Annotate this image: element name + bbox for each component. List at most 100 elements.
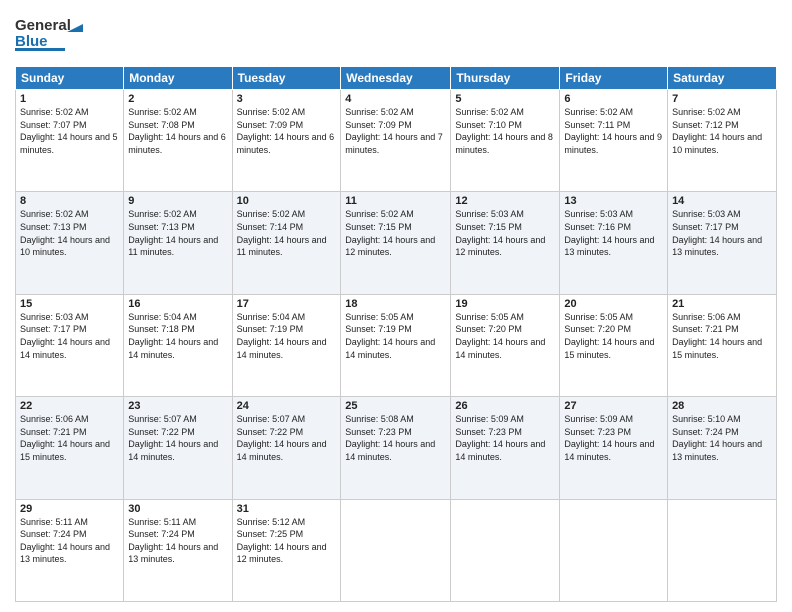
calendar-week-row: 8 Sunrise: 5:02 AMSunset: 7:13 PMDaylight… bbox=[16, 192, 777, 294]
calendar-day-cell: 31Sunrise: 5:12 AMSunset: 7:25 PMDayligh… bbox=[232, 499, 341, 601]
day-info: Sunrise: 5:08 AMSunset: 7:23 PMDaylight:… bbox=[345, 413, 446, 463]
day-number: 5 bbox=[455, 93, 555, 105]
day-number: 15 bbox=[20, 298, 119, 310]
calendar-day-cell: 19Sunrise: 5:05 AMSunset: 7:20 PMDayligh… bbox=[451, 294, 560, 396]
calendar-day-cell: 6Sunrise: 5:02 AMSunset: 7:11 PMDaylight… bbox=[560, 90, 668, 192]
calendar-day-cell: 8Sunrise: 5:02 AMSunset: 7:13 PMDaylight… bbox=[16, 192, 124, 294]
logo-area: General Blue bbox=[15, 10, 87, 58]
day-info: Sunrise: 5:02 AMSunset: 7:10 PMDaylight:… bbox=[455, 106, 555, 156]
day-number: 29 bbox=[20, 503, 119, 515]
day-info: Sunrise: 5:02 AMSunset: 7:14 PMDaylight:… bbox=[237, 208, 337, 258]
calendar-day-cell: 30Sunrise: 5:11 AMSunset: 7:24 PMDayligh… bbox=[124, 499, 232, 601]
day-number: 11 bbox=[345, 195, 446, 207]
calendar-day-cell: 21Sunrise: 5:06 AMSunset: 7:21 PMDayligh… bbox=[668, 294, 777, 396]
day-info: Sunrise: 5:02 AMSunset: 7:15 PMDaylight:… bbox=[345, 208, 446, 258]
calendar-day-cell: 1Sunrise: 5:02 AMSunset: 7:07 PMDaylight… bbox=[16, 90, 124, 192]
calendar-day-cell: 22Sunrise: 5:06 AMSunset: 7:21 PMDayligh… bbox=[16, 397, 124, 499]
calendar-day-cell: 14Sunrise: 5:03 AMSunset: 7:17 PMDayligh… bbox=[668, 192, 777, 294]
calendar-day-cell: 9Sunrise: 5:02 AMSunset: 7:13 PMDaylight… bbox=[124, 192, 232, 294]
calendar-day-cell: 28Sunrise: 5:10 AMSunset: 7:24 PMDayligh… bbox=[668, 397, 777, 499]
calendar-day-cell: 12Sunrise: 5:03 AMSunset: 7:15 PMDayligh… bbox=[451, 192, 560, 294]
day-number: 9 bbox=[128, 195, 227, 207]
day-number: 22 bbox=[20, 400, 119, 412]
day-info: Sunrise: 5:09 AMSunset: 7:23 PMDaylight:… bbox=[564, 413, 663, 463]
day-info: Sunrise: 5:11 AMSunset: 7:24 PMDaylight:… bbox=[128, 516, 227, 566]
day-info: Sunrise: 5:04 AMSunset: 7:18 PMDaylight:… bbox=[128, 311, 227, 361]
calendar-day-cell: 10Sunrise: 5:02 AMSunset: 7:14 PMDayligh… bbox=[232, 192, 341, 294]
day-number: 28 bbox=[672, 400, 772, 412]
calendar-day-cell: 29Sunrise: 5:11 AMSunset: 7:24 PMDayligh… bbox=[16, 499, 124, 601]
day-number: 21 bbox=[672, 298, 772, 310]
calendar-day-cell: 15Sunrise: 5:03 AMSunset: 7:17 PMDayligh… bbox=[16, 294, 124, 396]
day-number: 18 bbox=[345, 298, 446, 310]
day-number: 26 bbox=[455, 400, 555, 412]
day-number: 8 bbox=[20, 195, 119, 207]
day-number: 16 bbox=[128, 298, 227, 310]
calendar-day-cell: 27Sunrise: 5:09 AMSunset: 7:23 PMDayligh… bbox=[560, 397, 668, 499]
calendar-day-cell: 7Sunrise: 5:02 AMSunset: 7:12 PMDaylight… bbox=[668, 90, 777, 192]
day-info: Sunrise: 5:03 AMSunset: 7:17 PMDaylight:… bbox=[672, 208, 772, 258]
day-info: Sunrise: 5:12 AMSunset: 7:25 PMDaylight:… bbox=[237, 516, 337, 566]
calendar-day-cell: 13Sunrise: 5:03 AMSunset: 7:16 PMDayligh… bbox=[560, 192, 668, 294]
calendar-day-cell: 25Sunrise: 5:08 AMSunset: 7:23 PMDayligh… bbox=[341, 397, 451, 499]
day-info: Sunrise: 5:03 AMSunset: 7:17 PMDaylight:… bbox=[20, 311, 119, 361]
day-number: 20 bbox=[564, 298, 663, 310]
day-info: Sunrise: 5:04 AMSunset: 7:19 PMDaylight:… bbox=[237, 311, 337, 361]
calendar-week-row: 15Sunrise: 5:03 AMSunset: 7:17 PMDayligh… bbox=[16, 294, 777, 396]
calendar-day-header: Wednesday bbox=[341, 67, 451, 90]
calendar-day-header: Monday bbox=[124, 67, 232, 90]
calendar-day-cell: 20Sunrise: 5:05 AMSunset: 7:20 PMDayligh… bbox=[560, 294, 668, 396]
day-number: 23 bbox=[128, 400, 227, 412]
page: General Blue SundayMondayTuesdayWednesda… bbox=[0, 0, 792, 612]
calendar-day-cell: 23Sunrise: 5:07 AMSunset: 7:22 PMDayligh… bbox=[124, 397, 232, 499]
day-number: 7 bbox=[672, 93, 772, 105]
day-number: 12 bbox=[455, 195, 555, 207]
day-number: 24 bbox=[237, 400, 337, 412]
day-info: Sunrise: 5:10 AMSunset: 7:24 PMDaylight:… bbox=[672, 413, 772, 463]
calendar-day-cell: 2Sunrise: 5:02 AMSunset: 7:08 PMDaylight… bbox=[124, 90, 232, 192]
calendar-week-row: 1Sunrise: 5:02 AMSunset: 7:07 PMDaylight… bbox=[16, 90, 777, 192]
calendar-day-cell: 24Sunrise: 5:07 AMSunset: 7:22 PMDayligh… bbox=[232, 397, 341, 499]
day-info: Sunrise: 5:06 AMSunset: 7:21 PMDaylight:… bbox=[20, 413, 119, 463]
day-number: 27 bbox=[564, 400, 663, 412]
header: General Blue bbox=[15, 10, 777, 58]
day-number: 30 bbox=[128, 503, 227, 515]
day-info: Sunrise: 5:05 AMSunset: 7:20 PMDaylight:… bbox=[455, 311, 555, 361]
day-number: 17 bbox=[237, 298, 337, 310]
calendar-day-header: Friday bbox=[560, 67, 668, 90]
day-info: Sunrise: 5:07 AMSunset: 7:22 PMDaylight:… bbox=[128, 413, 227, 463]
day-number: 1 bbox=[20, 93, 119, 105]
calendar-day-cell: 11Sunrise: 5:02 AMSunset: 7:15 PMDayligh… bbox=[341, 192, 451, 294]
day-info: Sunrise: 5:03 AMSunset: 7:16 PMDaylight:… bbox=[564, 208, 663, 258]
calendar-day-cell: 5Sunrise: 5:02 AMSunset: 7:10 PMDaylight… bbox=[451, 90, 560, 192]
day-info: Sunrise: 5:02 AMSunset: 7:09 PMDaylight:… bbox=[345, 106, 446, 156]
day-info: Sunrise: 5:02 AMSunset: 7:13 PMDaylight:… bbox=[128, 208, 227, 258]
day-number: 3 bbox=[237, 93, 337, 105]
calendar-day-header: Sunday bbox=[16, 67, 124, 90]
day-info: Sunrise: 5:11 AMSunset: 7:24 PMDaylight:… bbox=[20, 516, 119, 566]
day-number: 14 bbox=[672, 195, 772, 207]
calendar-day-cell: 3Sunrise: 5:02 AMSunset: 7:09 PMDaylight… bbox=[232, 90, 341, 192]
day-number: 10 bbox=[237, 195, 337, 207]
day-number: 6 bbox=[564, 93, 663, 105]
svg-text:Blue: Blue bbox=[15, 33, 48, 50]
calendar-day-cell: 4Sunrise: 5:02 AMSunset: 7:09 PMDaylight… bbox=[341, 90, 451, 192]
day-info: Sunrise: 5:02 AMSunset: 7:08 PMDaylight:… bbox=[128, 106, 227, 156]
day-info: Sunrise: 5:05 AMSunset: 7:20 PMDaylight:… bbox=[564, 311, 663, 361]
day-info: Sunrise: 5:09 AMSunset: 7:23 PMDaylight:… bbox=[455, 413, 555, 463]
day-info: Sunrise: 5:07 AMSunset: 7:22 PMDaylight:… bbox=[237, 413, 337, 463]
calendar-day-cell: 18Sunrise: 5:05 AMSunset: 7:19 PMDayligh… bbox=[341, 294, 451, 396]
calendar-header-row: SundayMondayTuesdayWednesdayThursdayFrid… bbox=[16, 67, 777, 90]
day-number: 4 bbox=[345, 93, 446, 105]
day-info: Sunrise: 5:02 AMSunset: 7:07 PMDaylight:… bbox=[20, 106, 119, 156]
calendar-day-header: Saturday bbox=[668, 67, 777, 90]
calendar-week-row: 22Sunrise: 5:06 AMSunset: 7:21 PMDayligh… bbox=[16, 397, 777, 499]
calendar-day-cell bbox=[560, 499, 668, 601]
day-number: 19 bbox=[455, 298, 555, 310]
calendar-day-cell bbox=[341, 499, 451, 601]
calendar-day-header: Thursday bbox=[451, 67, 560, 90]
day-info: Sunrise: 5:06 AMSunset: 7:21 PMDaylight:… bbox=[672, 311, 772, 361]
calendar-table: SundayMondayTuesdayWednesdayThursdayFrid… bbox=[15, 66, 777, 602]
svg-text:General: General bbox=[15, 17, 71, 34]
day-number: 31 bbox=[237, 503, 337, 515]
